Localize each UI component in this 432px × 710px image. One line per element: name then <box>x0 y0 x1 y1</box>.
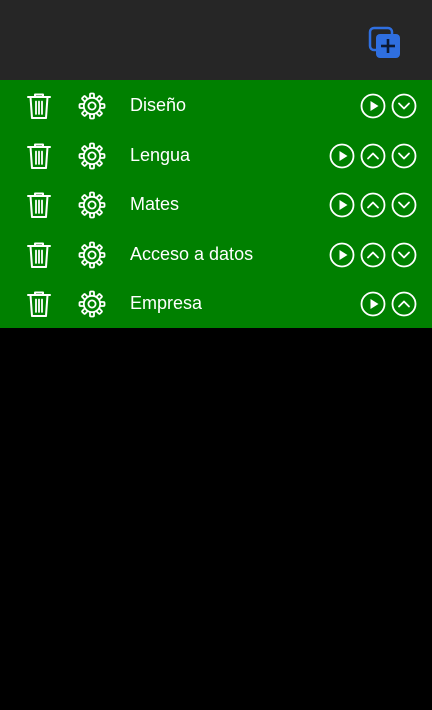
list-item[interactable]: Mates <box>0 179 432 229</box>
chevron-down-circle-icon <box>391 192 417 218</box>
play-button[interactable] <box>360 93 386 119</box>
trash-icon <box>27 143 51 169</box>
settings-button[interactable] <box>78 92 106 120</box>
play-circle-icon <box>329 143 355 168</box>
move-up-button[interactable] <box>391 291 417 317</box>
add-item-button[interactable] <box>368 26 402 60</box>
chevron-up-circle-icon <box>360 242 386 268</box>
move-down-button[interactable] <box>391 93 417 119</box>
settings-button[interactable] <box>78 241 106 269</box>
settings-button[interactable] <box>78 142 106 170</box>
list-item-label: Acceso a datos <box>130 243 254 264</box>
delete-button[interactable] <box>26 191 52 219</box>
list-item[interactable]: Diseño <box>0 80 432 130</box>
play-button[interactable] <box>329 192 355 218</box>
move-up-button[interactable] <box>360 192 386 218</box>
chevron-down-circle-icon <box>391 242 417 268</box>
play-button[interactable] <box>329 242 355 268</box>
list-item-label: Diseño <box>130 95 187 115</box>
play-button[interactable] <box>329 143 355 169</box>
delete-button[interactable] <box>26 241 52 269</box>
chevron-down-circle-icon <box>391 143 417 168</box>
list-item-label: Lengua <box>130 144 191 165</box>
chevron-up-circle-icon <box>360 192 386 218</box>
move-up-button[interactable] <box>360 143 386 169</box>
trash-icon <box>27 291 51 318</box>
chevron-down-circle-icon <box>391 93 417 119</box>
add-copy-icon <box>368 26 400 58</box>
list-item-label: Mates <box>130 194 180 215</box>
move-down-button[interactable] <box>391 143 417 169</box>
play-circle-icon <box>329 192 355 218</box>
play-circle-icon <box>329 242 355 268</box>
top-bar <box>0 0 432 80</box>
move-up-button[interactable] <box>360 242 386 268</box>
chevron-up-circle-icon <box>360 143 386 168</box>
move-down-button[interactable] <box>391 192 417 218</box>
gear-icon <box>78 142 106 169</box>
delete-button[interactable] <box>26 92 52 120</box>
trash-icon <box>27 242 51 268</box>
chevron-up-circle-icon <box>391 291 417 317</box>
gear-icon <box>78 241 106 269</box>
play-circle-icon <box>360 93 386 119</box>
gear-icon <box>78 92 106 120</box>
trash-icon <box>27 93 51 119</box>
delete-button[interactable] <box>26 142 52 170</box>
gear-icon <box>78 290 106 318</box>
list-item[interactable]: Lengua <box>0 130 432 180</box>
subject-list: Diseño Lengua Mates Acceso a datos Empresa <box>0 80 432 328</box>
gear-icon <box>78 191 106 219</box>
play-button[interactable] <box>360 291 386 317</box>
settings-button[interactable] <box>78 191 106 219</box>
delete-button[interactable] <box>26 290 52 318</box>
play-circle-icon <box>360 291 386 317</box>
move-down-button[interactable] <box>391 242 417 268</box>
list-item[interactable]: Empresa <box>0 278 432 328</box>
list-item[interactable]: Acceso a datos <box>0 229 432 279</box>
trash-icon <box>27 192 51 219</box>
list-item-label: Empresa <box>130 293 203 314</box>
settings-button[interactable] <box>78 290 106 318</box>
